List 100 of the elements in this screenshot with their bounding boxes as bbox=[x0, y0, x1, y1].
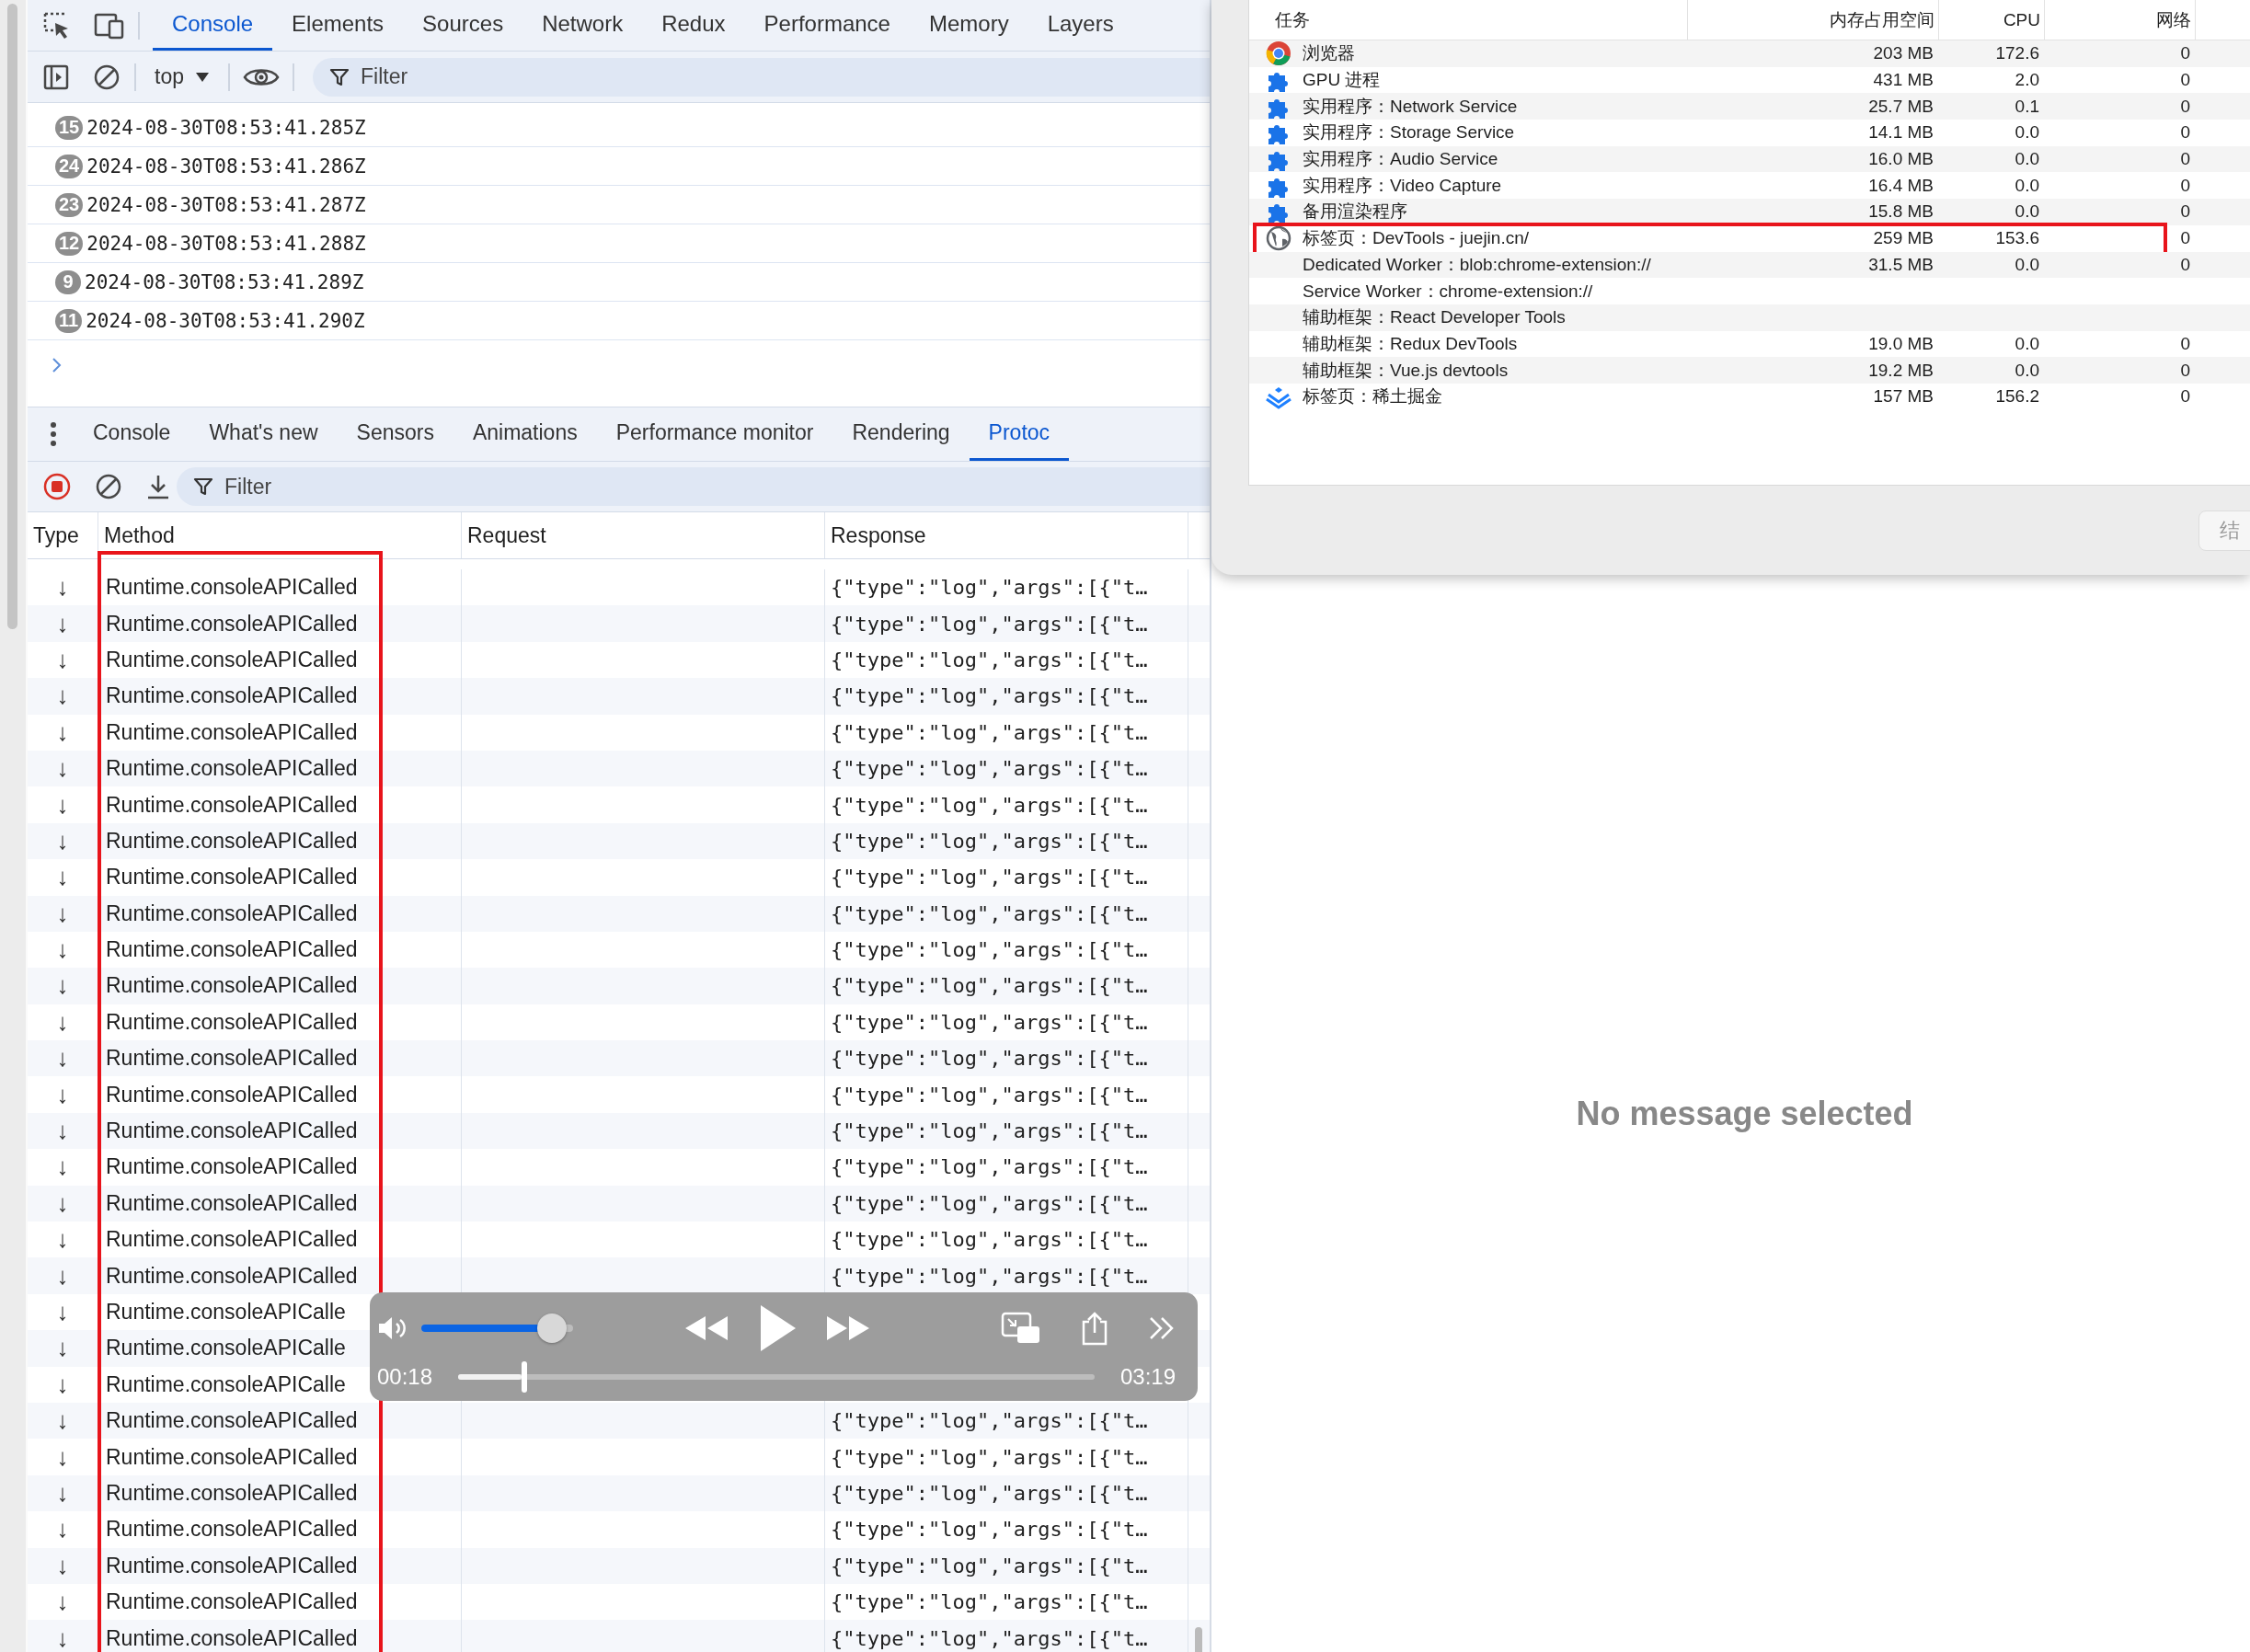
repeat-count-badge: 23 bbox=[55, 192, 84, 217]
task-name: 实用程序：Network Service bbox=[1303, 95, 1518, 118]
console-message: 2024-08-30T08:53:41.287Z bbox=[86, 193, 366, 216]
console-message: 2024-08-30T08:53:41.290Z bbox=[86, 309, 365, 332]
table-cell: 259 MB bbox=[1873, 228, 1934, 249]
column-header[interactable]: 网络 bbox=[2045, 0, 2196, 40]
filter-field[interactable]: Filter bbox=[313, 57, 1210, 97]
table-cell: {"type":"log","args":[{"t… bbox=[831, 1083, 1148, 1107]
panel-tab[interactable]: Network bbox=[522, 0, 643, 51]
table-cell: {"type":"log","args":[{"t… bbox=[831, 648, 1148, 671]
direction-arrow: ↓ bbox=[56, 1117, 69, 1146]
table-cell: 0 bbox=[2180, 201, 2190, 223]
drawer-tab[interactable]: What's new bbox=[189, 407, 338, 461]
task-name: Service Worker：chrome-extension:// bbox=[1303, 280, 1593, 303]
table-cell: {"type":"log","args":[{"t… bbox=[831, 1590, 1148, 1614]
task-name: 辅助框架：Vue.js devtools bbox=[1303, 359, 1509, 382]
table-cell: 0 bbox=[2180, 175, 2190, 196]
drawer-tab[interactable]: Console bbox=[74, 407, 190, 461]
task-name: 标签页：DevTools - juejin.cn/ bbox=[1303, 227, 1530, 250]
direction-arrow: ↓ bbox=[56, 971, 69, 1001]
table-cell: 16.0 MB bbox=[1868, 149, 1934, 170]
table-cell: {"type":"log","args":[{"t… bbox=[831, 576, 1148, 600]
direction-arrow: ↓ bbox=[56, 1551, 69, 1580]
table-cell: 0 bbox=[2180, 386, 2190, 407]
table-cell: Runtime.consoleAPICalled bbox=[106, 1553, 358, 1578]
table-cell: {"type":"log","args":[{"t… bbox=[831, 1228, 1148, 1252]
table-cell: Runtime.consoleAPICalled bbox=[106, 1046, 358, 1072]
table-cell: {"type":"log","args":[{"t… bbox=[831, 684, 1148, 708]
repeat-count-badge: 11 bbox=[55, 308, 83, 333]
table-cell: 0.0 bbox=[2015, 175, 2039, 196]
table-cell: {"type":"log","args":[{"t… bbox=[831, 1626, 1148, 1650]
table-cell: Runtime.consoleAPICalled bbox=[106, 973, 358, 999]
table-cell: 0 bbox=[2180, 70, 2190, 91]
table-cell: {"type":"log","args":[{"t… bbox=[831, 866, 1148, 889]
column-header[interactable]: CPU bbox=[1939, 0, 2045, 40]
direction-arrow: ↓ bbox=[56, 1442, 69, 1472]
drawer-tab[interactable]: Sensors bbox=[337, 407, 453, 461]
direction-arrow: ↓ bbox=[56, 1623, 69, 1652]
direction-arrow: ↓ bbox=[56, 682, 69, 711]
table-cell: 0.0 bbox=[2015, 149, 2039, 170]
table-cell: Runtime.consoleAPICalled bbox=[106, 865, 358, 890]
panel-tab[interactable]: Elements bbox=[272, 0, 404, 51]
task-name: Dedicated Worker：blob:chrome-extension:// bbox=[1303, 253, 1651, 276]
panel-tab[interactable]: Sources bbox=[403, 0, 523, 51]
direction-arrow: ↓ bbox=[56, 1153, 69, 1182]
context-dropdown[interactable]: top bbox=[149, 64, 215, 89]
table-cell: Runtime.consoleAPICalled bbox=[106, 1227, 358, 1253]
table-cell: {"type":"log","args":[{"t… bbox=[831, 1264, 1148, 1288]
table-cell: Runtime.consoleAPICalled bbox=[106, 1082, 358, 1107]
duration-time: 03:19 bbox=[1119, 1363, 1176, 1390]
table-cell: Runtime.consoleAPICalled bbox=[106, 719, 358, 745]
console-message: 2024-08-30T08:53:41.286Z bbox=[86, 155, 366, 178]
direction-arrow: ↓ bbox=[56, 790, 69, 820]
table-cell: {"type":"log","args":[{"t… bbox=[831, 720, 1148, 744]
column-header[interactable]: 内存占用空间 bbox=[1688, 0, 1939, 40]
table-cell: Runtime.consoleAPICalled bbox=[106, 792, 358, 818]
table-cell: Runtime.consoleAPICalle bbox=[106, 1300, 346, 1325]
table-cell: {"type":"log","args":[{"t… bbox=[831, 1445, 1148, 1469]
table-cell: Runtime.consoleAPICalled bbox=[106, 575, 358, 601]
direction-arrow: ↓ bbox=[56, 717, 69, 747]
table-cell: 15.8 MB bbox=[1868, 201, 1934, 223]
table-cell: 0 bbox=[2180, 149, 2190, 170]
table-cell: Runtime.consoleAPICalled bbox=[106, 611, 358, 637]
table-cell: 0 bbox=[2180, 122, 2190, 143]
table-cell: 25.7 MB bbox=[1868, 96, 1934, 117]
table-cell: Runtime.consoleAPICalled bbox=[106, 647, 358, 672]
task-name: 辅助框架：Redux DevTools bbox=[1303, 332, 1518, 355]
panel-tab[interactable]: Performance bbox=[744, 0, 910, 51]
panel-tab[interactable]: Layers bbox=[1027, 0, 1133, 51]
panel-tab[interactable]: Redux bbox=[642, 0, 745, 51]
table-cell: 0 bbox=[2180, 360, 2190, 381]
table-cell: 0.0 bbox=[2015, 254, 2039, 275]
column-header[interactable]: Request bbox=[462, 512, 825, 558]
direction-arrow: ↓ bbox=[56, 573, 69, 602]
direction-arrow: ↓ bbox=[56, 1370, 69, 1399]
column-header[interactable]: Method bbox=[98, 512, 462, 558]
table-cell: 0 bbox=[2180, 333, 2190, 354]
table-cell: 0.0 bbox=[2015, 122, 2039, 143]
column-header[interactable]: 任务 bbox=[1249, 0, 1688, 40]
table-cell: 0.0 bbox=[2015, 360, 2039, 381]
table-cell: 0 bbox=[2180, 43, 2190, 64]
table-cell: {"type":"log","args":[{"t… bbox=[831, 1481, 1148, 1505]
elapsed-time: 00:18 bbox=[377, 1363, 433, 1390]
drawer-tab[interactable]: Animations bbox=[453, 407, 597, 461]
table-cell: Runtime.consoleAPICalled bbox=[106, 828, 358, 854]
table-cell: 14.1 MB bbox=[1868, 122, 1934, 143]
table-cell: Runtime.consoleAPICalled bbox=[106, 1154, 358, 1180]
column-header[interactable]: Response bbox=[825, 512, 1188, 558]
column-header[interactable]: Type bbox=[28, 512, 98, 558]
drawer-tab[interactable]: Performance monitor bbox=[596, 407, 833, 461]
table-cell: {"type":"log","args":[{"t… bbox=[831, 1554, 1148, 1577]
table-cell: 16.4 MB bbox=[1868, 175, 1934, 196]
panel-tab[interactable]: Memory bbox=[909, 0, 1028, 51]
table-cell: {"type":"log","args":[{"t… bbox=[831, 1047, 1148, 1071]
direction-arrow: ↓ bbox=[56, 1406, 69, 1436]
filter-field[interactable]: Filter bbox=[177, 467, 1210, 506]
direction-arrow: ↓ bbox=[56, 754, 69, 784]
drawer-tab[interactable]: Rendering bbox=[832, 407, 970, 461]
table-cell: Runtime.consoleAPICalled bbox=[106, 1263, 358, 1289]
repeat-count-badge: 15 bbox=[55, 115, 84, 140]
